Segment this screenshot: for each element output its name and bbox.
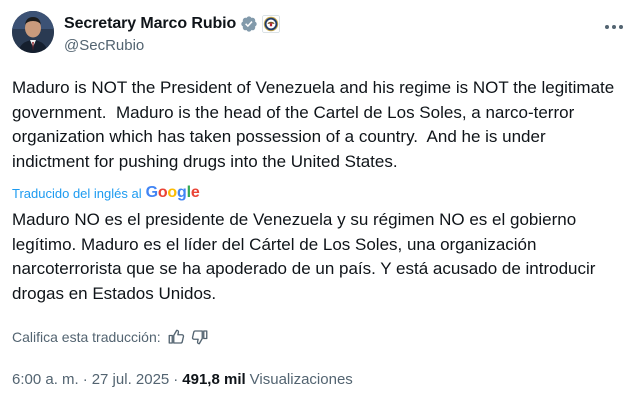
meta-separator: · <box>173 370 179 388</box>
more-dot-icon <box>612 25 616 29</box>
rate-translation-label: Califica esta traducción: <box>12 329 161 345</box>
tweet-header: Secretary Marco Rubio @SecRubio <box>12 11 628 61</box>
tweet-time[interactable]: 6:00 a. m. <box>12 371 79 388</box>
more-dot-icon <box>605 25 609 29</box>
views-count: 491,8 mil <box>182 370 246 388</box>
tweet-card: Secretary Marco Rubio @SecRubio Maduro i… <box>0 0 640 404</box>
author-display-name[interactable]: Secretary Marco Rubio <box>64 15 236 33</box>
rate-translation-row: Califica esta traducción: <box>12 327 209 347</box>
translation-credit-prefix: Traducido del inglés al <box>12 185 142 201</box>
thumbs-up-icon[interactable] <box>167 328 185 346</box>
tweet-original-text: Maduro is NOT the President of Venezuela… <box>12 78 619 171</box>
display-name-row: Secretary Marco Rubio <box>64 13 281 35</box>
translation-credit[interactable]: Traducido del inglés al Google <box>12 183 200 203</box>
author-names: Secretary Marco Rubio @SecRubio <box>64 13 281 54</box>
views-label: Visualizaciones <box>249 370 353 388</box>
tweet-translated-text: Maduro NO es el presidente de Venezuela … <box>12 210 601 303</box>
more-options-button[interactable] <box>600 13 628 41</box>
more-dot-icon <box>619 25 623 29</box>
tweet-date[interactable]: 27 jul. 2025 <box>92 371 170 388</box>
google-logo: Google <box>145 184 200 201</box>
tweet-meta: 6:00 a. m. · 27 jul. 2025 · 491,8 mil Vi… <box>12 369 353 389</box>
avatar[interactable] <box>12 11 54 53</box>
meta-separator: · <box>82 370 88 388</box>
thumbs-down-icon[interactable] <box>191 328 209 346</box>
profile-photo-icon <box>12 11 54 53</box>
gray-verified-badge-icon[interactable] <box>240 15 258 33</box>
author-handle[interactable]: @SecRubio <box>64 37 280 54</box>
department-of-state-seal-icon[interactable] <box>262 15 281 33</box>
